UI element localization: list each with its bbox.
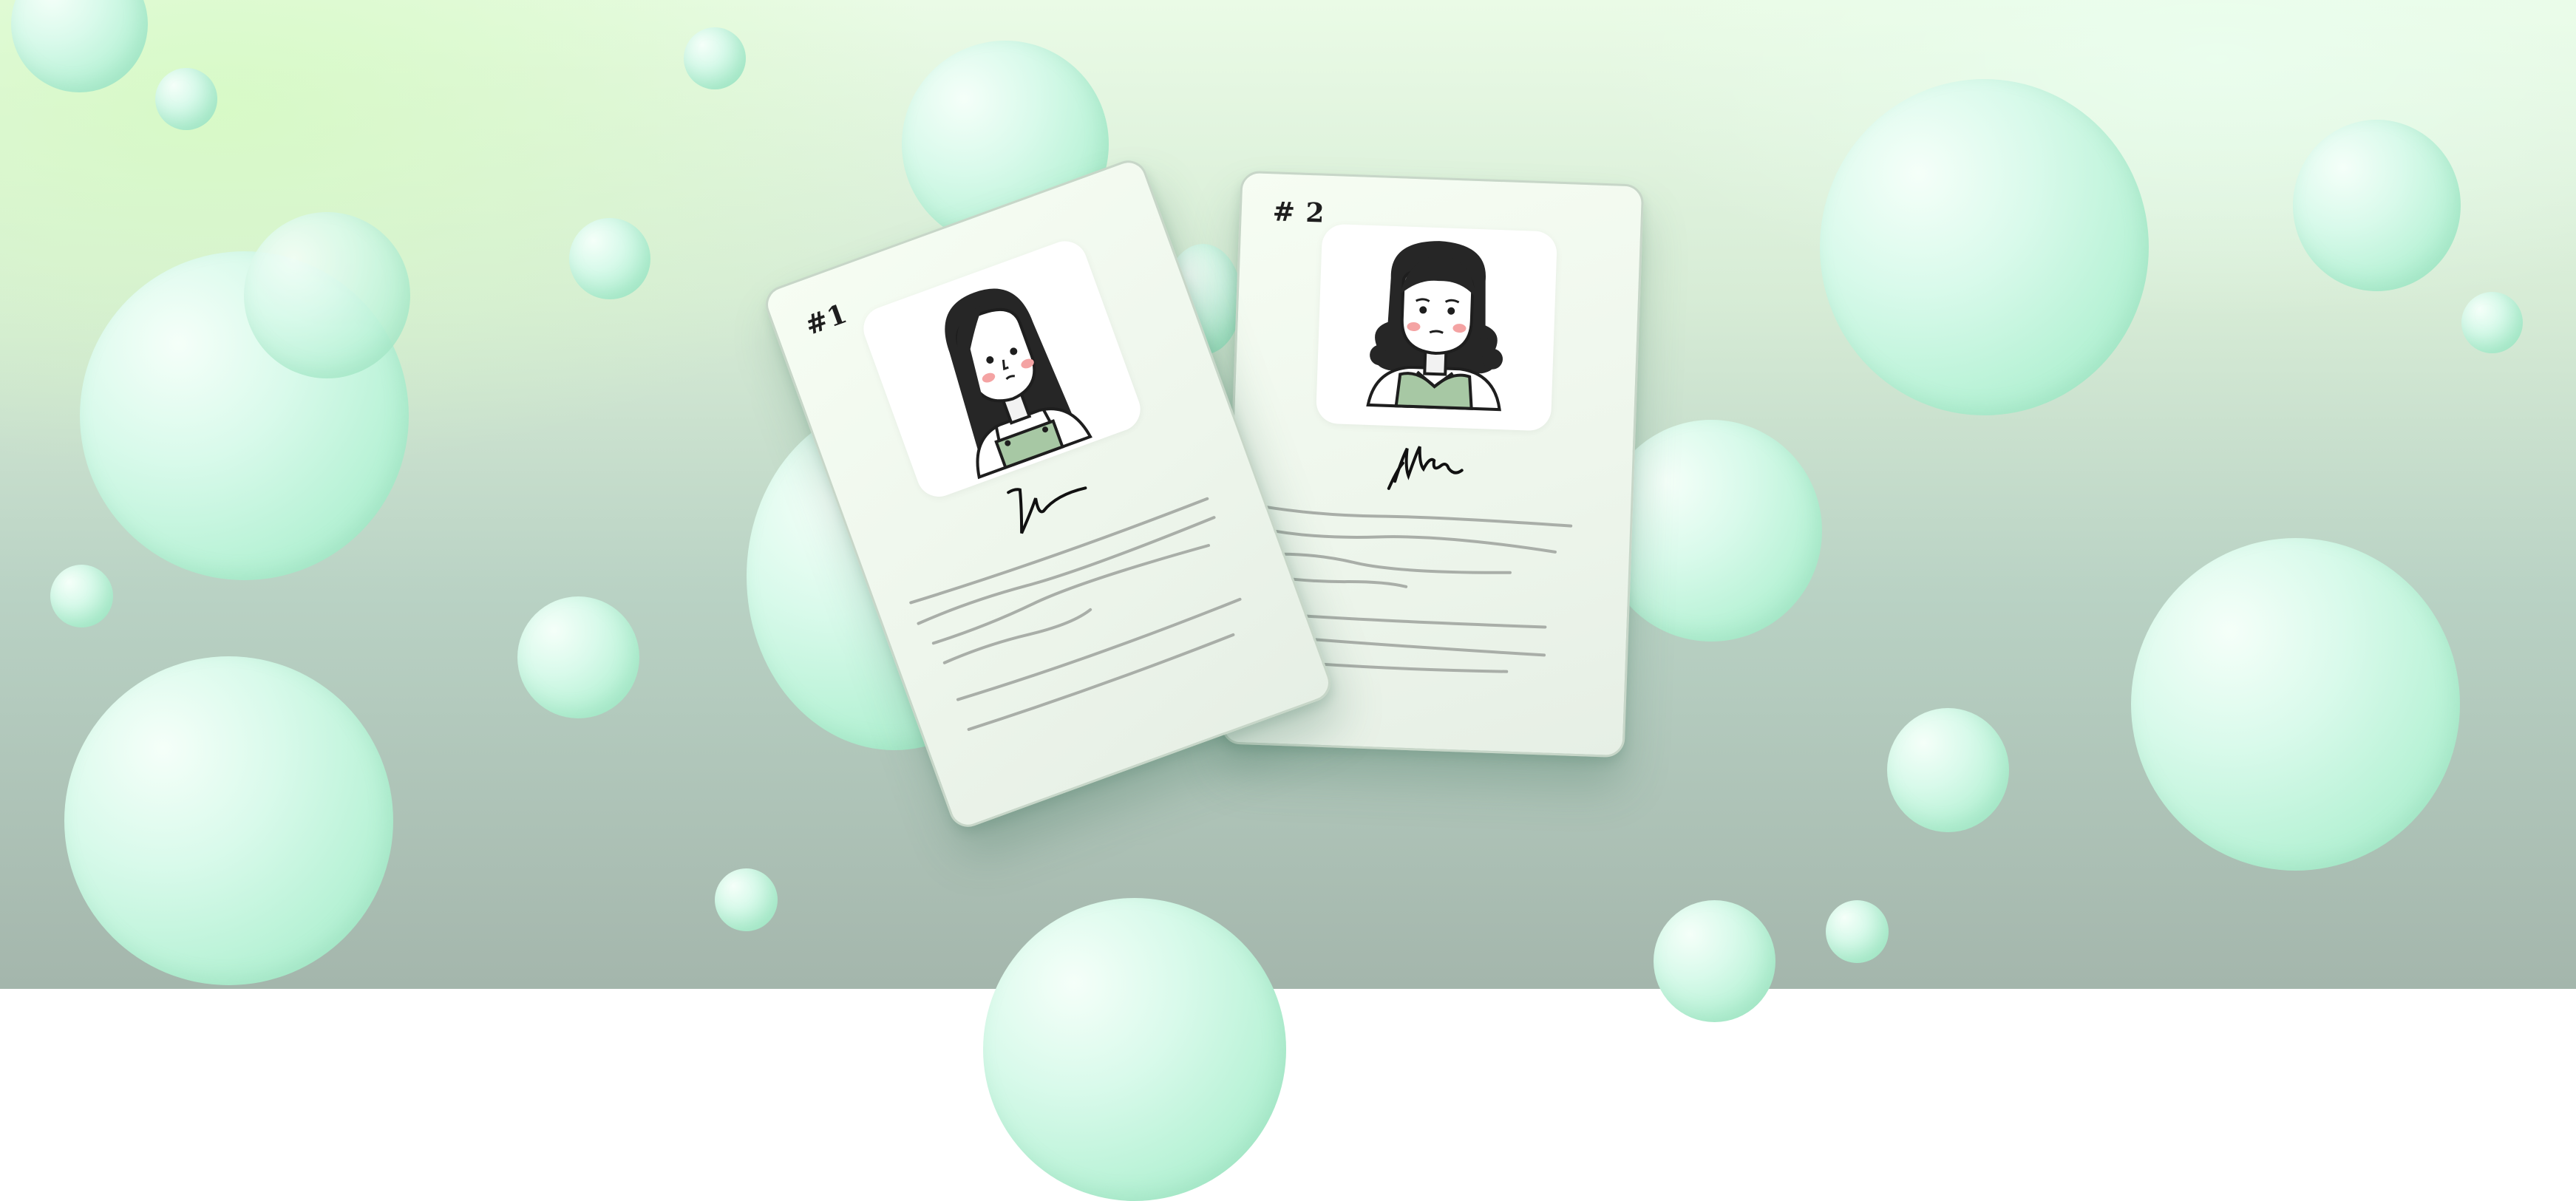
bubble xyxy=(244,212,410,378)
bubble xyxy=(1826,900,1889,963)
bubble xyxy=(569,218,650,299)
woman-with-long-black-hair-and-green-apron-icon xyxy=(945,288,1092,480)
bubble xyxy=(155,68,217,130)
bubble xyxy=(2131,538,2460,871)
profile-photo-frame xyxy=(857,234,1147,503)
woman-with-black-curly-hair-and-green-sweater-icon xyxy=(1366,241,1503,412)
profile-photo-frame xyxy=(1315,223,1558,432)
card-number-label: # 2 xyxy=(1272,196,1326,229)
bubble xyxy=(684,27,746,89)
bubble xyxy=(64,656,393,985)
bubble xyxy=(1654,900,1775,1022)
bubble xyxy=(2461,292,2523,353)
bubble xyxy=(517,596,639,718)
bubble xyxy=(50,565,113,627)
bubble xyxy=(1820,79,2149,415)
bubble xyxy=(983,898,1286,1201)
bubble xyxy=(715,868,778,931)
bubble xyxy=(1887,708,2009,832)
card-number-label: #1 xyxy=(801,297,852,341)
bubble xyxy=(2293,120,2461,291)
